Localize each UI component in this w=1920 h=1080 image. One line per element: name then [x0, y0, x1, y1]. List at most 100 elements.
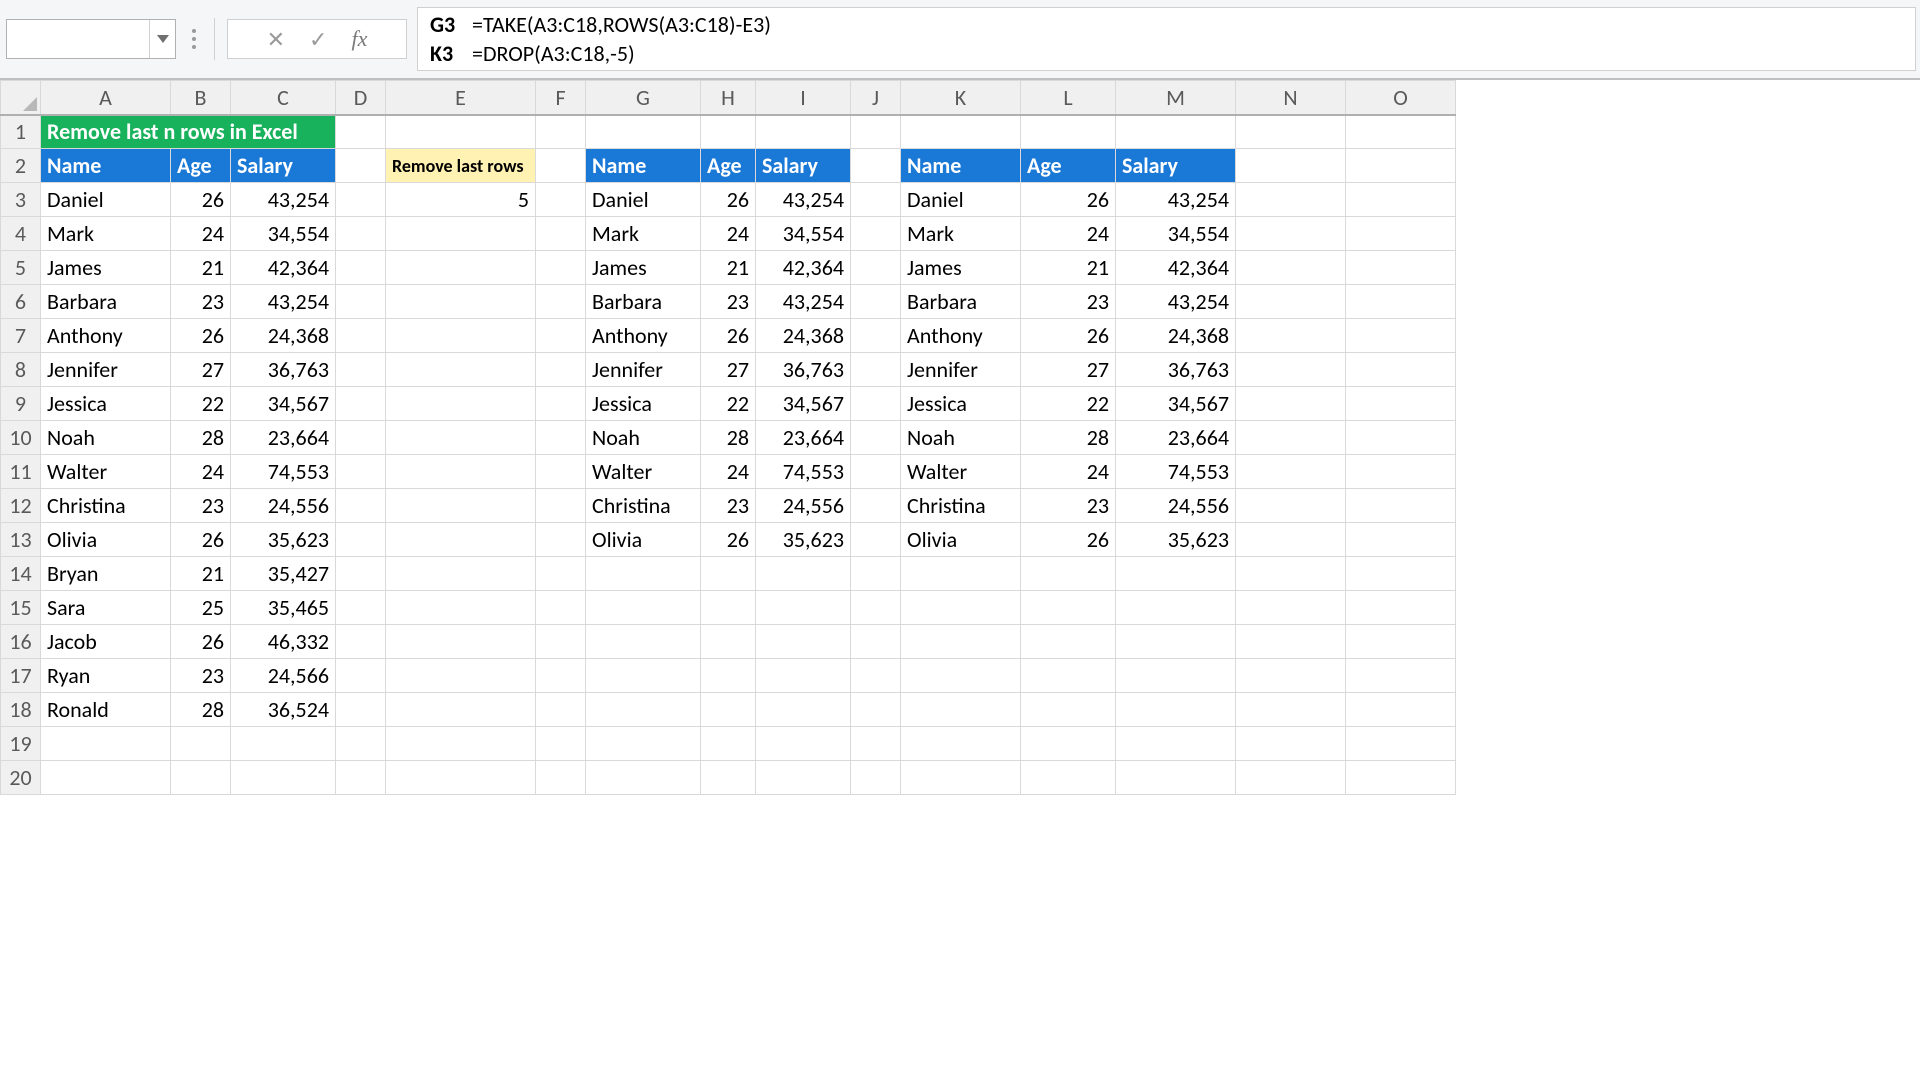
cell-I18[interactable]: [756, 693, 851, 727]
row-header-19[interactable]: 19: [1, 727, 41, 761]
cell-F2[interactable]: [536, 149, 586, 183]
cell-C8[interactable]: 36,763: [231, 353, 336, 387]
cell-J1[interactable]: [851, 115, 901, 149]
cell-M6[interactable]: 43,254: [1116, 285, 1236, 319]
cell-G12[interactable]: Christina: [586, 489, 701, 523]
row-header-10[interactable]: 10: [1, 421, 41, 455]
row-header-20[interactable]: 20: [1, 761, 41, 795]
cell-L17[interactable]: [1021, 659, 1116, 693]
cancel-icon[interactable]: ✕: [267, 26, 285, 53]
cell-F5[interactable]: [536, 251, 586, 285]
accept-icon[interactable]: ✓: [309, 26, 327, 53]
cell-A16[interactable]: Jacob: [41, 625, 171, 659]
cell-K12[interactable]: Christina: [901, 489, 1021, 523]
cell-J13[interactable]: [851, 523, 901, 557]
cell-M8[interactable]: 36,763: [1116, 353, 1236, 387]
cell-H5[interactable]: 21: [701, 251, 756, 285]
cell-L15[interactable]: [1021, 591, 1116, 625]
cell-G2[interactable]: Name: [586, 149, 701, 183]
cell-L2[interactable]: Age: [1021, 149, 1116, 183]
cell-A10[interactable]: Noah: [41, 421, 171, 455]
cell-G19[interactable]: [586, 727, 701, 761]
row-header-5[interactable]: 5: [1, 251, 41, 285]
cell-F8[interactable]: [536, 353, 586, 387]
cell-L20[interactable]: [1021, 761, 1116, 795]
row-header-17[interactable]: 17: [1, 659, 41, 693]
cell-K14[interactable]: [901, 557, 1021, 591]
cell-H12[interactable]: 23: [701, 489, 756, 523]
cell-M18[interactable]: [1116, 693, 1236, 727]
cell-D16[interactable]: [336, 625, 386, 659]
cell-N12[interactable]: [1236, 489, 1346, 523]
cell-L14[interactable]: [1021, 557, 1116, 591]
cell-M9[interactable]: 34,567: [1116, 387, 1236, 421]
cell-K5[interactable]: James: [901, 251, 1021, 285]
cell-L4[interactable]: 24: [1021, 217, 1116, 251]
cell-J10[interactable]: [851, 421, 901, 455]
cell-D15[interactable]: [336, 591, 386, 625]
row-header-6[interactable]: 6: [1, 285, 41, 319]
cell-N5[interactable]: [1236, 251, 1346, 285]
cell-N16[interactable]: [1236, 625, 1346, 659]
cell-B17[interactable]: 23: [171, 659, 231, 693]
cell-J19[interactable]: [851, 727, 901, 761]
cell-D10[interactable]: [336, 421, 386, 455]
cell-J15[interactable]: [851, 591, 901, 625]
cell-A18[interactable]: Ronald: [41, 693, 171, 727]
column-header-C[interactable]: C: [231, 81, 336, 115]
cell-O5[interactable]: [1346, 251, 1456, 285]
cell-N2[interactable]: [1236, 149, 1346, 183]
cell-C6[interactable]: 43,254: [231, 285, 336, 319]
cell-L6[interactable]: 23: [1021, 285, 1116, 319]
cell-A2[interactable]: Name: [41, 149, 171, 183]
cell-G10[interactable]: Noah: [586, 421, 701, 455]
cell-A1[interactable]: Remove last n rows in Excel: [41, 115, 336, 149]
row-header-11[interactable]: 11: [1, 455, 41, 489]
cell-N17[interactable]: [1236, 659, 1346, 693]
column-header-H[interactable]: H: [701, 81, 756, 115]
cell-C16[interactable]: 46,332: [231, 625, 336, 659]
cell-C11[interactable]: 74,553: [231, 455, 336, 489]
cell-E2[interactable]: Remove last rows: [386, 149, 536, 183]
cell-N6[interactable]: [1236, 285, 1346, 319]
cell-G9[interactable]: Jessica: [586, 387, 701, 421]
cell-E14[interactable]: [386, 557, 536, 591]
cell-H15[interactable]: [701, 591, 756, 625]
cell-C3[interactable]: 43,254: [231, 183, 336, 217]
row-header-3[interactable]: 3: [1, 183, 41, 217]
cell-J6[interactable]: [851, 285, 901, 319]
cell-M10[interactable]: 23,664: [1116, 421, 1236, 455]
cell-E10[interactable]: [386, 421, 536, 455]
cell-O2[interactable]: [1346, 149, 1456, 183]
cell-O4[interactable]: [1346, 217, 1456, 251]
cell-I3[interactable]: 43,254: [756, 183, 851, 217]
cell-A15[interactable]: Sara: [41, 591, 171, 625]
cell-H6[interactable]: 23: [701, 285, 756, 319]
cell-B19[interactable]: [171, 727, 231, 761]
cell-M11[interactable]: 74,553: [1116, 455, 1236, 489]
cell-F4[interactable]: [536, 217, 586, 251]
cell-B2[interactable]: Age: [171, 149, 231, 183]
cell-A7[interactable]: Anthony: [41, 319, 171, 353]
cell-D18[interactable]: [336, 693, 386, 727]
cell-K20[interactable]: [901, 761, 1021, 795]
cell-E20[interactable]: [386, 761, 536, 795]
cell-O13[interactable]: [1346, 523, 1456, 557]
column-header-L[interactable]: L: [1021, 81, 1116, 115]
name-box-dropdown[interactable]: [149, 20, 175, 58]
cell-A19[interactable]: [41, 727, 171, 761]
cell-E16[interactable]: [386, 625, 536, 659]
cell-I17[interactable]: [756, 659, 851, 693]
cell-C5[interactable]: 42,364: [231, 251, 336, 285]
cell-M7[interactable]: 24,368: [1116, 319, 1236, 353]
cell-N19[interactable]: [1236, 727, 1346, 761]
cell-G20[interactable]: [586, 761, 701, 795]
cell-I7[interactable]: 24,368: [756, 319, 851, 353]
cell-L18[interactable]: [1021, 693, 1116, 727]
cell-H8[interactable]: 27: [701, 353, 756, 387]
cell-G18[interactable]: [586, 693, 701, 727]
cell-A12[interactable]: Christina: [41, 489, 171, 523]
cell-B15[interactable]: 25: [171, 591, 231, 625]
cell-D5[interactable]: [336, 251, 386, 285]
cell-J17[interactable]: [851, 659, 901, 693]
